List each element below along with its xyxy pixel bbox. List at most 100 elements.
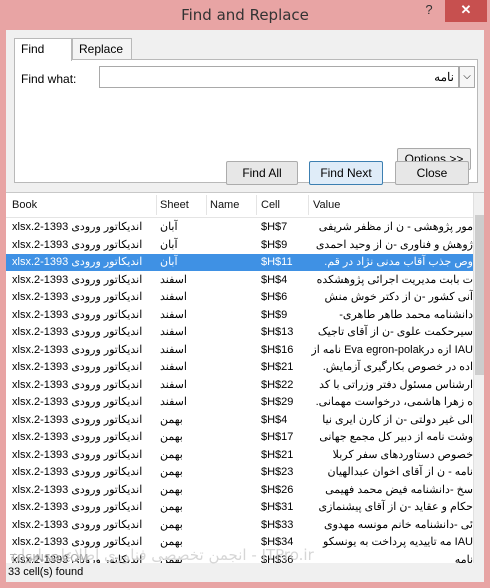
cell-value: اده در خصوص بکارگیری آزمایش. xyxy=(322,361,473,373)
cell-sheet: بهمن xyxy=(160,448,183,461)
result-row[interactable]: xlsx.2-1393 اندیکاتور ورودی بهمن $H$26 سخ -… xyxy=(6,482,473,499)
result-row[interactable]: xlsx.2-1393 اندیکاتور ورودی اسفند $H$22 ارش… xyxy=(6,377,473,394)
cell-address: $H$23 xyxy=(261,466,294,478)
find-what-input[interactable]: نامه xyxy=(99,66,459,88)
column-divider[interactable] xyxy=(256,195,257,215)
result-row[interactable]: xlsx.2-1393 اندیکاتور ورودی بهمن $H$17 وشت … xyxy=(6,429,473,446)
cell-address: $H$6 xyxy=(261,291,288,303)
cell-address: $H$9 xyxy=(261,308,288,321)
cell-sheet: اسفند xyxy=(160,308,187,321)
cell-sheet: بهمن xyxy=(160,501,183,513)
cell-sheet: آبان xyxy=(160,238,178,251)
column-header-cell[interactable]: Cell xyxy=(261,199,280,211)
cell-book: xlsx.2-1393 اندیکاتور ورودی xyxy=(12,326,143,338)
cell-address: $H$16 xyxy=(261,343,294,356)
cell-value: نامه - ن از آقای اخوان عبدالهیان xyxy=(327,466,473,478)
results-header: Book Sheet Name Cell Value xyxy=(6,193,476,218)
cell-address: $H$26 xyxy=(261,483,294,496)
tab-replace[interactable]: Replace xyxy=(72,38,132,59)
cell-book: xlsx.2-1393 اندیکاتور ورودی xyxy=(12,466,143,478)
result-row[interactable]: xlsx.2-1393 اندیکاتور ورودی اسفند $H$29 ه ز… xyxy=(6,394,473,411)
cell-sheet: آبان xyxy=(160,221,178,233)
tab-find[interactable]: Find xyxy=(14,38,72,61)
cell-sheet: بهمن xyxy=(160,466,183,478)
column-divider[interactable] xyxy=(308,195,309,215)
cell-book: xlsx.2-1393 اندیکاتور ورودی xyxy=(12,518,143,531)
find-what-label: Find what: xyxy=(21,72,77,86)
find-all-button[interactable]: Find All xyxy=(226,161,298,185)
find-history-dropdown[interactable]: ⌵ xyxy=(459,66,475,88)
cell-address: $H$33 xyxy=(261,518,294,531)
cell-sheet: اسفند xyxy=(160,291,187,303)
column-divider[interactable] xyxy=(156,195,157,215)
cell-value: وص جذب آقاب مدنی نژاد در قم. xyxy=(324,256,473,268)
cell-sheet: اسفند xyxy=(160,343,187,356)
cell-sheet: اسفند xyxy=(160,273,187,286)
result-row[interactable]: xlsx.2-1393 اندیکاتور ورودی بهمن $H$4 الی غ… xyxy=(6,412,473,429)
result-row[interactable]: xlsx.2-1393 اندیکاتور ورودی بهمن $H$33 ئی -… xyxy=(6,517,473,534)
result-row[interactable]: xlsx.2-1393 اندیکاتور ورودی اسفند $H$13 سیر… xyxy=(6,324,473,341)
cell-value: خصوص دستاوردهای سفر کربلا xyxy=(332,448,473,461)
result-row[interactable]: xlsx.2-1393 اندیکاتور ورودی اسفند $H$16 IAU… xyxy=(6,342,473,359)
cell-address: $H$22 xyxy=(261,378,294,391)
cell-value: ئی -دانشنامه خانم مونسه مهدوی xyxy=(324,518,473,531)
scrollbar-thumb[interactable] xyxy=(475,215,484,375)
cell-address: $H$29 xyxy=(261,396,294,408)
cell-book: xlsx.2-1393 اندیکاتور ورودی xyxy=(12,448,143,461)
cell-address: $H$4 xyxy=(261,413,288,426)
column-header-value[interactable]: Value xyxy=(313,199,340,211)
cell-book: xlsx.2-1393 اندیکاتور ورودی xyxy=(12,396,143,408)
column-header-sheet[interactable]: Sheet xyxy=(160,199,189,211)
result-row[interactable]: xlsx.2-1393 اندیکاتور ورودی آبان $H$11 وص ج… xyxy=(6,254,473,271)
cell-book: xlsx.2-1393 اندیکاتور ورودی xyxy=(12,256,143,268)
results-list: Book Sheet Name Cell Value xlsx.2-1393 ا… xyxy=(6,192,484,563)
cell-value: مور پژوهشی - ن از مظفر شریفی xyxy=(318,221,473,233)
results-scrollbar[interactable] xyxy=(473,193,484,563)
result-row[interactable]: xlsx.2-1393 اندیکاتور ورودی بهمن $H$21 خصوص… xyxy=(6,447,473,464)
result-row[interactable]: xlsx.2-1393 اندیکاتور ورودی اسفند $H$6 آنی … xyxy=(6,289,473,306)
cell-value: دانشنامه محمد طاهر طاهری- xyxy=(339,308,473,321)
tab-replace-label: Replace xyxy=(79,42,124,56)
cell-book: xlsx.2-1393 اندیکاتور ورودی xyxy=(12,431,143,443)
cell-value: ت بابت مدیریت اجرائی پژوهشکده xyxy=(316,273,473,286)
cell-value: حکام و عقاید -ن از آقای پیشنمازی xyxy=(318,501,473,513)
cell-book: xlsx.2-1393 اندیکاتور ورودی xyxy=(12,378,143,391)
result-row[interactable]: xlsx.2-1393 اندیکاتور ورودی آبان $H$9 ژوهش … xyxy=(6,237,473,254)
status-text: 33 cell(s) found xyxy=(8,566,84,578)
cell-value: ه زهرا هاشمی، درخواست مهمانی. xyxy=(315,396,473,408)
cell-book: xlsx.2-1393 اندیکاتور ورودی xyxy=(12,273,143,286)
tab-find-label: Find xyxy=(21,42,45,56)
result-row[interactable]: xlsx.2-1393 اندیکاتور ورودی آبان $H$7 مور پ… xyxy=(6,219,473,236)
cell-sheet: بهمن xyxy=(160,483,183,496)
cell-value: ارشناس مسئول دفتر وزراتی با کد xyxy=(319,378,473,391)
cell-value: IAU ازه درEva egron-polak نامه از xyxy=(311,343,473,356)
help-button[interactable]: ? xyxy=(416,0,442,22)
column-divider[interactable] xyxy=(206,195,207,215)
window-close-button[interactable]: ✕ xyxy=(445,0,487,22)
cell-value: ژوهش و فناوری -ن از وحید احمدی xyxy=(315,238,473,251)
column-header-book[interactable]: Book xyxy=(12,199,37,211)
column-header-name[interactable]: Name xyxy=(210,199,239,211)
cell-address: $H$21 xyxy=(261,361,294,373)
cell-sheet: آبان xyxy=(160,256,178,268)
dialog-client: Find Replace Find what: نامه ⌵ Options >… xyxy=(6,30,484,582)
cell-book: xlsx.2-1393 اندیکاتور ورودی xyxy=(12,483,143,496)
cell-address: $H$31 xyxy=(261,501,294,513)
cell-sheet: اسفند xyxy=(160,326,187,338)
cell-sheet: اسفند xyxy=(160,378,187,391)
status-bar: 33 cell(s) found xyxy=(6,564,484,582)
find-next-button[interactable]: Find Next xyxy=(309,161,383,185)
result-row[interactable]: xlsx.2-1393 اندیکاتور ورودی بهمن $H$31 حکام… xyxy=(6,499,473,516)
close-button[interactable]: Close xyxy=(395,161,469,185)
cell-address: $H$11 xyxy=(261,256,293,268)
result-row[interactable]: xlsx.2-1393 اندیکاتور ورودی اسفند $H$4 ت با… xyxy=(6,272,473,289)
cell-address: $H$21 xyxy=(261,448,294,461)
result-row[interactable]: xlsx.2-1393 اندیکاتور ورودی اسفند $H$9 دانش… xyxy=(6,307,473,324)
cell-book: xlsx.2-1393 اندیکاتور ورودی xyxy=(12,413,143,426)
cell-address: $H$9 xyxy=(261,238,288,251)
result-row[interactable]: xlsx.2-1393 اندیکاتور ورودی بهمن $H$23 نامه… xyxy=(6,464,473,481)
cell-sheet: بهمن xyxy=(160,413,183,426)
title-bar[interactable]: Find and Replace ? ✕ xyxy=(0,0,490,30)
cell-book: xlsx.2-1393 اندیکاتور ورودی xyxy=(12,501,143,513)
result-row[interactable]: xlsx.2-1393 اندیکاتور ورودی اسفند $H$21 اده… xyxy=(6,359,473,376)
